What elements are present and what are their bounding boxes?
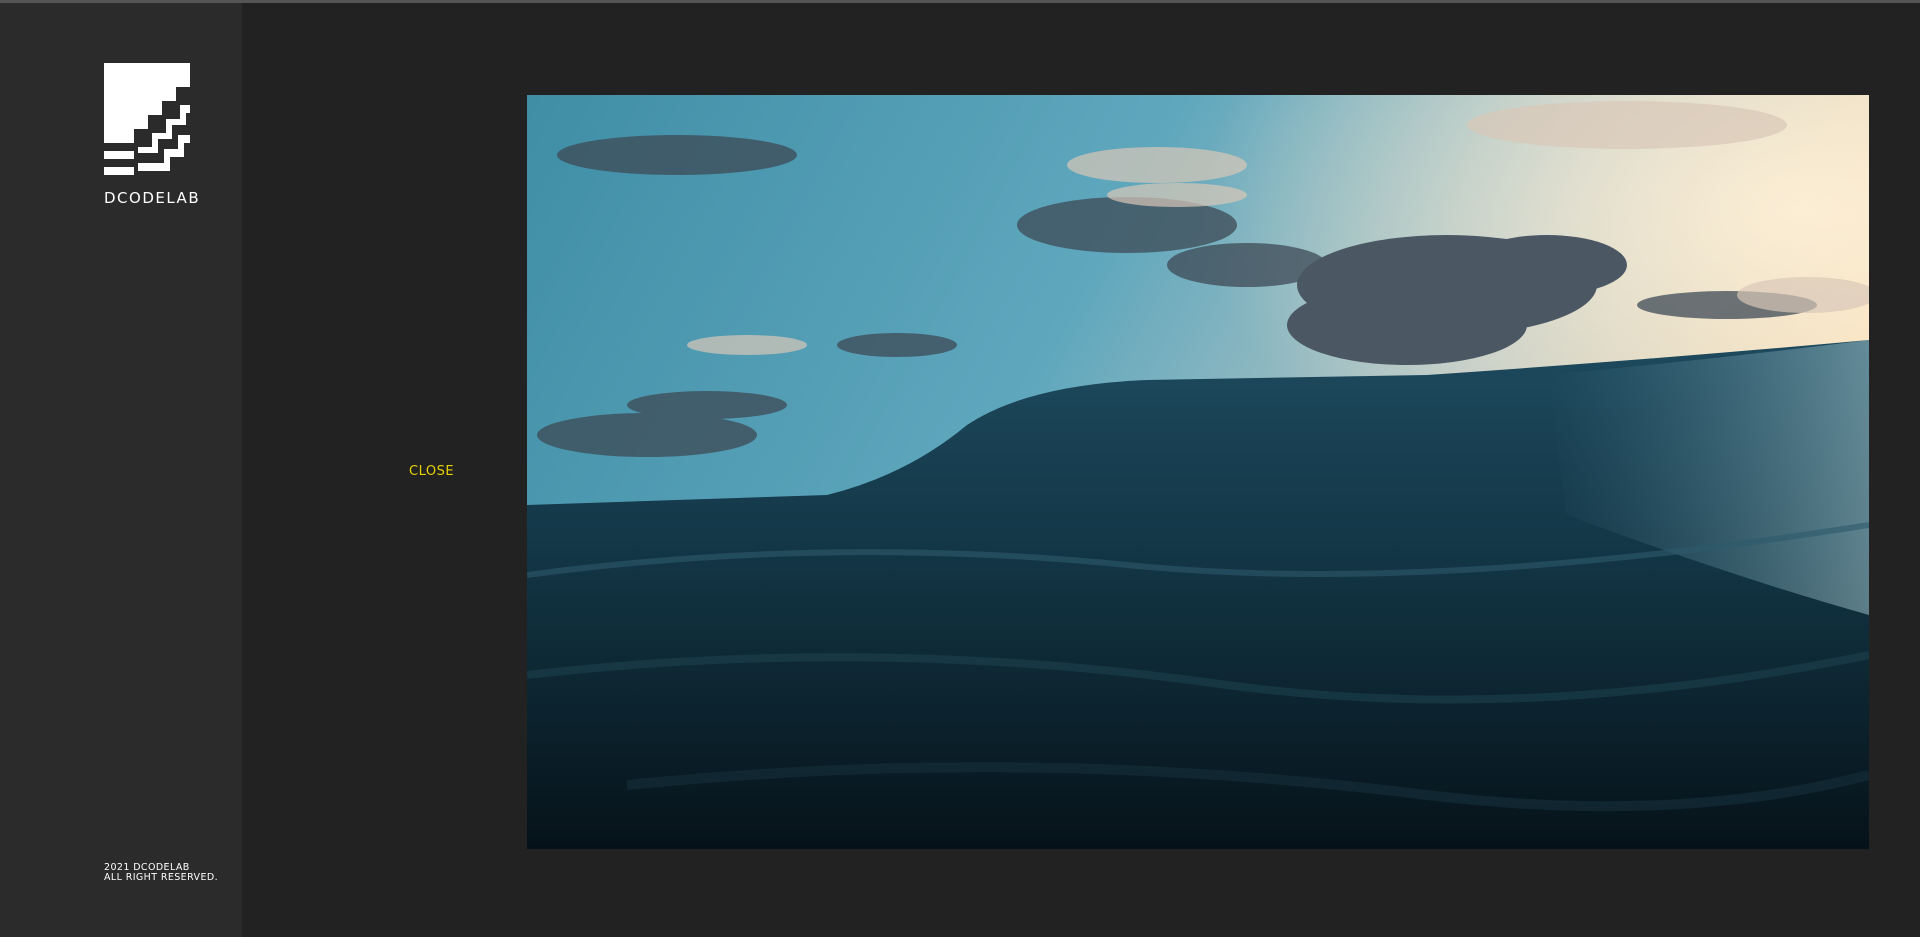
dcodelab-logo-icon[interactable] [104, 63, 190, 181]
copyright-line-2: ALL RIGHT RESERVED. [104, 872, 218, 883]
top-border [0, 0, 1920, 3]
ocean-wave-video-frame [527, 95, 1869, 849]
video-player[interactable] [527, 95, 1869, 849]
sidebar: DCODELAB 2021 DCODELAB ALL RIGHT RESERVE… [0, 3, 242, 937]
copyright: 2021 DCODELAB ALL RIGHT RESERVED. [104, 863, 218, 883]
brand-name: DCODELAB [104, 189, 201, 207]
close-button[interactable]: CLOSE [409, 464, 454, 479]
